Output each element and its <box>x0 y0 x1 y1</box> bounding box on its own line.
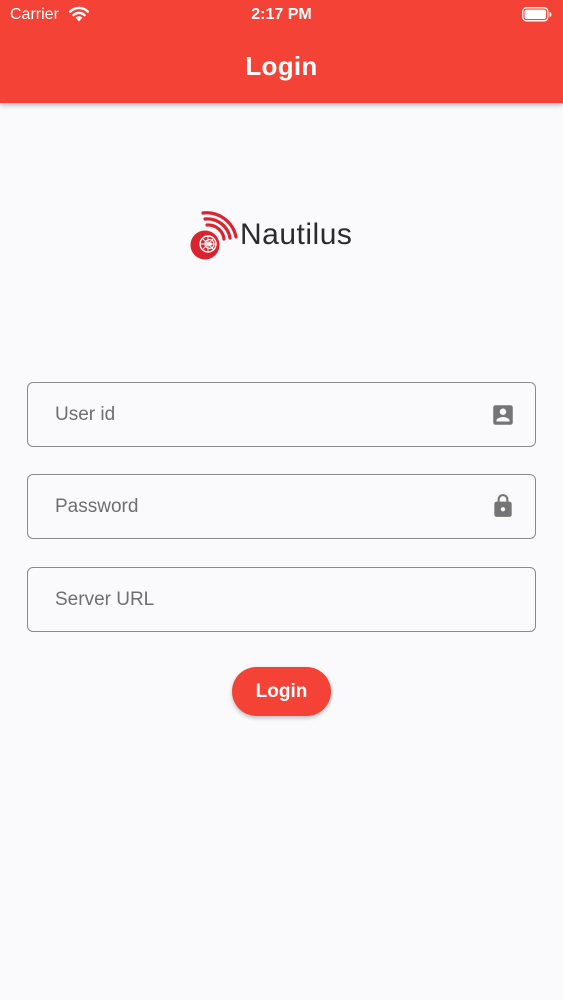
app-bar: Carrier 2:17 PM Login <box>0 0 563 103</box>
password-field[interactable] <box>27 474 536 539</box>
lock-icon <box>494 494 512 517</box>
status-time: 2:17 PM <box>251 6 312 23</box>
user-id-input[interactable] <box>28 383 535 446</box>
logo-text: Nautilus <box>240 218 353 251</box>
password-input[interactable] <box>28 475 535 538</box>
login-button[interactable]: Login <box>232 667 331 716</box>
page-title: Login <box>245 51 318 81</box>
nautilus-logo: Nautilus <box>186 203 386 265</box>
server-url-input[interactable] <box>28 568 535 631</box>
nautilus-shell-icon <box>190 211 238 260</box>
status-bar: Carrier 2:17 PM <box>0 0 563 30</box>
account-box-icon <box>493 405 513 425</box>
battery-icon <box>522 7 552 22</box>
server-url-field[interactable] <box>27 567 536 632</box>
user-id-field[interactable] <box>27 382 536 447</box>
